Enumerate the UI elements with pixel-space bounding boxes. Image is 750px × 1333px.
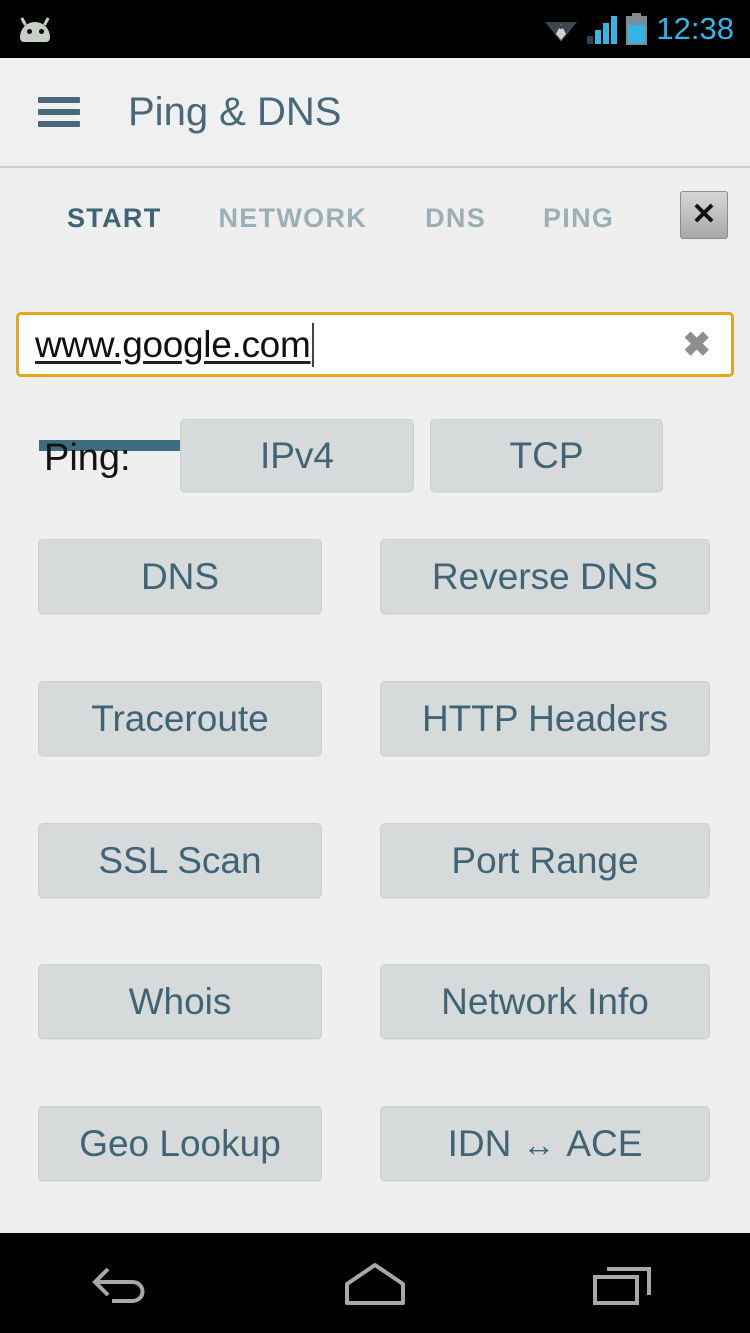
tab-network[interactable]: NETWORK [219,203,368,234]
close-icon: ✕ [691,198,717,231]
ping-tcp-button[interactable]: TCP [430,419,663,492]
recents-button[interactable] [550,1233,700,1333]
traceroute-button[interactable]: Traceroute [38,681,322,756]
geo-lookup-button[interactable]: Geo Lookup [38,1106,322,1181]
ping-ipv4-button[interactable]: IPv4 [180,419,414,492]
battery-charging-icon [626,13,648,45]
tab-list: START NETWORK DNS PING [0,170,614,266]
tab-start[interactable]: START [67,203,162,234]
text-caret [311,322,314,367]
status-bar-right: 12:38 [544,11,750,47]
page-title: Ping & DNS [128,89,342,134]
reverse-dns-button[interactable]: Reverse DNS [380,539,710,614]
status-bar: 12:38 [0,0,750,58]
tab-bar: START NETWORK DNS PING [0,170,750,451]
action-bar: Ping & DNS [0,58,750,168]
back-button[interactable] [50,1233,200,1333]
tab-ping[interactable]: PING [543,203,614,234]
status-bar-left [0,16,544,42]
host-input-value: www.google.com [35,323,311,365]
port-range-button[interactable]: Port Range [380,823,710,898]
back-arrow-icon [92,1267,145,1303]
idn-ace-button[interactable]: IDN ↔ ACE [380,1106,710,1181]
close-button[interactable]: ✕ [680,191,728,239]
wifi-icon [545,22,578,42]
ping-label: Ping: [44,437,131,479]
ace-label: ACE [566,1122,643,1164]
host-input[interactable]: www.google.com ✖ [16,312,734,377]
ssl-scan-button[interactable]: SSL Scan [38,823,322,898]
http-headers-button[interactable]: HTTP Headers [380,681,710,756]
ping-row: Ping: IPv4 TCP [0,419,750,492]
signal-icon [587,14,618,44]
app-screen: 12:38 Ping & DNS START NETWORK DNS PING … [0,0,750,1333]
navigation-bar [0,1233,750,1333]
home-icon [345,1263,405,1305]
whois-button[interactable]: Whois [38,964,322,1039]
clear-input-icon[interactable]: ✖ [683,328,712,362]
android-head-icon [18,16,52,42]
home-button[interactable] [300,1233,450,1333]
bidirectional-arrow-icon: ↔ [522,1126,556,1163]
tab-dns[interactable]: DNS [425,203,486,234]
status-bar-clock: 12:38 [656,11,734,46]
recents-icon [593,1267,651,1305]
idn-label: IDN [447,1122,512,1164]
network-info-button[interactable]: Network Info [380,964,710,1039]
hamburger-menu-icon[interactable] [38,97,80,127]
dns-button[interactable]: DNS [38,539,322,614]
